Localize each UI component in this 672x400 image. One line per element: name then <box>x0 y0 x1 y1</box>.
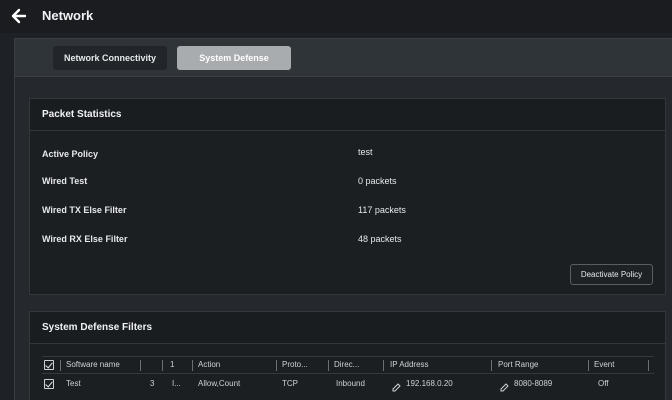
wired-test-label: Wired Test <box>42 176 88 186</box>
column-header-ip-address[interactable]: IP Address <box>390 360 429 369</box>
wired-tx-else-filter-label: Wired TX Else Filter <box>42 205 127 215</box>
active-policy-value: test <box>358 147 373 157</box>
system-defense-filters-panel: System Defense Filters Software name 1 A… <box>29 311 666 400</box>
cell-direction: Inbound <box>336 379 365 388</box>
column-separator <box>162 360 163 371</box>
column-separator <box>588 360 589 371</box>
column-separator <box>140 360 141 371</box>
cell-action: Allow,Count <box>198 379 241 388</box>
table-header: Software name 1 Action Proto... Direc...… <box>42 356 654 374</box>
column-header-software-name[interactable]: Software name <box>66 360 120 369</box>
packet-statistics-title: Packet Statistics <box>42 109 122 120</box>
column-header-protocol[interactable]: Proto... <box>282 360 308 369</box>
cell-number: 3 <box>150 379 155 388</box>
filters-title: System Defense Filters <box>42 322 153 333</box>
wired-rx-else-filter-value: 48 packets <box>358 234 402 244</box>
column-separator <box>276 360 277 371</box>
page-title: Network <box>42 8 94 23</box>
back-arrow-icon[interactable] <box>10 7 28 25</box>
packet-statistics-header: Packet Statistics <box>30 99 665 131</box>
edit-ip-icon[interactable] <box>392 379 401 392</box>
cell-event: Off <box>598 379 609 388</box>
column-separator <box>328 360 329 371</box>
cell-protocol: TCP <box>282 379 298 388</box>
wired-test-value: 0 packets <box>358 176 397 186</box>
column-header-port-range[interactable]: Port Range <box>498 360 538 369</box>
column-header-1[interactable]: 1 <box>170 360 174 369</box>
filters-header: System Defense Filters <box>30 312 665 344</box>
tab-strip: Network Connectivity System Defense <box>15 39 672 77</box>
column-separator <box>60 360 61 371</box>
column-separator <box>383 360 384 371</box>
deactivate-policy-button[interactable]: Deactivate Policy <box>570 264 653 285</box>
select-all-checkbox[interactable] <box>44 360 54 370</box>
cell-port-range: 8080-8089 <box>514 379 553 388</box>
column-separator <box>192 360 193 371</box>
column-separator <box>648 360 649 371</box>
content-frame: Network Connectivity System Defense Pack… <box>14 38 672 400</box>
column-header-event[interactable]: Event <box>594 360 614 369</box>
edit-port-icon[interactable] <box>500 379 509 392</box>
tab-system-defense[interactable]: System Defense <box>177 46 291 70</box>
packet-statistics-panel: Packet Statistics Active Policy test Wir… <box>29 98 666 295</box>
cell-software-name: Test <box>66 379 81 388</box>
row-checkbox[interactable] <box>44 379 54 389</box>
table-row[interactable]: Test 3 I... Allow,Count TCP Inbound 192.… <box>42 376 654 394</box>
top-bar: Network <box>0 0 672 33</box>
cell-column-1: I... <box>172 379 181 388</box>
cell-ip-address: 192.168.0.20 <box>406 379 453 388</box>
active-policy-label: Active Policy <box>42 149 99 159</box>
column-separator <box>491 360 492 371</box>
column-header-direction[interactable]: Direc... <box>334 360 359 369</box>
column-header-action[interactable]: Action <box>198 360 220 369</box>
wired-tx-else-filter-value: 117 packets <box>358 205 406 215</box>
tab-network-connectivity[interactable]: Network Connectivity <box>53 46 167 70</box>
wired-rx-else-filter-label: Wired RX Else Filter <box>42 234 128 244</box>
